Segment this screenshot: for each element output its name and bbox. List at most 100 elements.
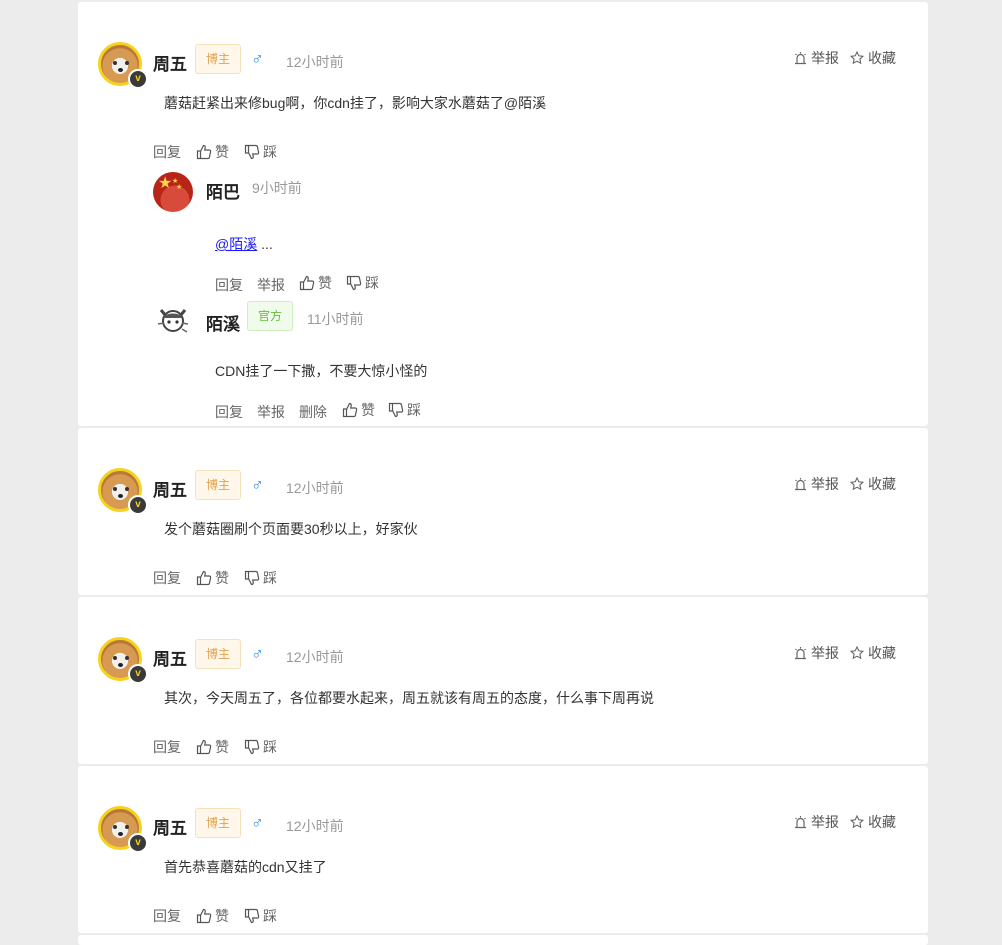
thumb-down-icon [244,570,260,586]
dislike-button[interactable]: 踩 [244,568,277,588]
favorite-button[interactable]: 收藏 [850,812,896,832]
dislike-button[interactable]: 踩 [388,400,421,420]
like-label: 赞 [215,144,229,160]
favorite-button[interactable]: 收藏 [850,474,896,494]
reply-button[interactable]: 回复 [153,568,181,588]
reply-button[interactable]: 回复 [153,906,181,926]
like-label: 赞 [215,570,229,586]
host-tag: 博主 [195,639,242,669]
timestamp: 11小时前 [307,311,364,327]
thumb-down-icon [244,144,260,160]
favorite-label: 收藏 [868,814,896,830]
male-icon: ♂ [251,49,264,68]
male-icon: ♂ [251,644,264,663]
avatar[interactable]: v [98,806,148,853]
avatar[interactable]: v [98,468,148,515]
comment-text: 发个蘑菇圈刷个页面要30秒以上，好家伙 [164,521,418,537]
dislike-button[interactable]: 踩 [244,737,277,757]
male-icon: ♂ [251,813,264,832]
avatar[interactable]: v [98,42,148,89]
comment-card: v 周五 博主 ♂ 12小时前 举报 收藏 其次，今天周五了，各位都要水起来，周… [78,597,928,764]
report-button[interactable]: 举报 [794,812,839,832]
like-label: 赞 [361,402,375,418]
comment-card: v 周五 博主 ♂ 12小时前 举报 收藏 发个蘑菇圈刷个页面要30秒以上，好家… [78,428,928,595]
favorite-label: 收藏 [868,476,896,492]
thumb-up-icon [299,275,315,291]
star-icon [850,51,864,65]
username[interactable]: 周五 [153,476,187,501]
username[interactable]: 陌巴 [206,178,240,203]
username[interactable]: 周五 [153,50,187,75]
report-icon [795,52,806,65]
like-button[interactable]: 赞 [196,737,229,757]
favorite-button[interactable]: 收藏 [850,643,896,663]
reply-text: CDN挂了一下撒，不要大惊小怪的 [215,363,428,379]
favorite-button[interactable]: 收藏 [850,48,896,68]
report-icon [795,647,806,660]
favorite-label: 收藏 [868,645,896,661]
timestamp: 9小时前 [252,180,302,196]
report-button[interactable]: 举报 [794,48,839,68]
comment-text: 其次，今天周五了，各位都要水起来，周五就该有周五的态度，什么事下周再说 [164,690,654,706]
vip-badge-icon: v [128,69,148,89]
dislike-label: 踩 [263,739,277,755]
thumb-up-icon [196,570,212,586]
favorite-label: 收藏 [868,50,896,66]
thumb-down-icon [244,739,260,755]
username[interactable]: 周五 [153,814,187,839]
avatar[interactable] [153,300,193,340]
reply-button[interactable]: 回复 [215,402,243,422]
report-icon [795,816,806,829]
delete-link[interactable]: 删除 [299,402,327,422]
username[interactable]: 周五 [153,645,187,670]
timestamp: 12小时前 [286,54,344,70]
mention-link[interactable]: @陌溪 [215,236,257,252]
reply-button[interactable]: 回复 [153,737,181,757]
comment-text: 蘑菇赶紧出来修bug啊，你cdn挂了，影响大家水蘑菇了@陌溪 [164,95,547,111]
vip-badge-icon: v [128,833,148,853]
dislike-button[interactable]: 踩 [346,273,379,293]
dislike-button[interactable]: 踩 [244,142,277,162]
thumb-down-icon [346,275,362,291]
star-icon [850,646,864,660]
report-link[interactable]: 举报 [257,402,285,422]
reply-button[interactable]: 回复 [153,142,181,162]
like-button[interactable]: 赞 [196,906,229,926]
report-link[interactable]: 举报 [257,275,285,295]
dislike-button[interactable]: 踩 [244,906,277,926]
username[interactable]: 陌溪 [206,310,240,335]
dislike-label: 踩 [263,908,277,924]
like-button[interactable]: 赞 [196,568,229,588]
dislike-label: 踩 [263,144,277,160]
thumb-down-icon [388,402,404,418]
timestamp: 12小时前 [286,480,344,496]
report-button[interactable]: 举报 [794,643,839,663]
comment-card: v 周五 博主 ♂ 12小时前 举报 收藏 蘑菇赶紧出来修bug啊，你cdn挂了… [78,2,928,426]
comment-text: 首先恭喜蘑菇的cdn又挂了 [164,859,327,875]
report-label: 举报 [811,814,839,830]
male-icon: ♂ [251,475,264,494]
timestamp: 12小时前 [286,649,344,665]
vip-badge-icon: v [128,495,148,515]
like-button[interactable]: 赞 [342,400,375,420]
comment-card: v 周五 博主 ♂ 12小时前 举报 收藏 首先恭喜蘑菇的cdn又挂了 回复 赞… [78,766,928,933]
like-label: 赞 [215,739,229,755]
dislike-label: 踩 [365,275,379,291]
timestamp: 12小时前 [286,818,344,834]
reply-button[interactable]: 回复 [215,275,243,295]
avatar[interactable]: v [98,637,148,684]
avatar[interactable]: ★ ★ ★ [153,172,193,212]
report-label: 举报 [811,50,839,66]
star-icon [850,477,864,491]
comment-card [78,935,928,945]
report-button[interactable]: 举报 [794,474,839,494]
like-button[interactable]: 赞 [299,273,332,293]
like-button[interactable]: 赞 [196,142,229,162]
report-label: 举报 [811,476,839,492]
host-tag: 博主 [195,808,242,838]
thumb-up-icon [342,402,358,418]
thumb-up-icon [196,908,212,924]
thumb-up-icon [196,739,212,755]
report-label: 举报 [811,645,839,661]
dislike-label: 踩 [407,402,421,418]
